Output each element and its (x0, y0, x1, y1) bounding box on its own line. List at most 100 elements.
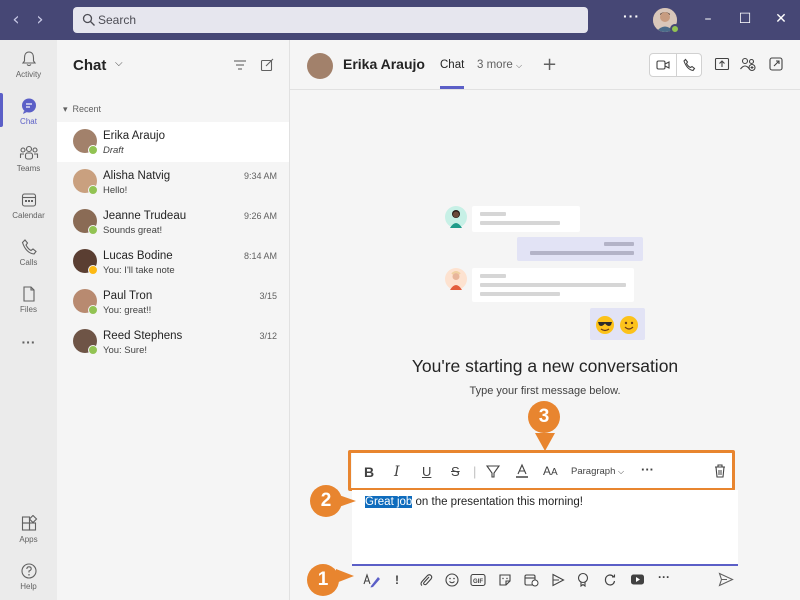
chat-row-time: 8:14 AM (243, 251, 277, 261)
bell-icon (21, 51, 36, 67)
illustration-line (480, 221, 560, 225)
rail-more-apps[interactable]: ··· (0, 334, 57, 378)
rail-item-activity[interactable]: Activity (0, 50, 57, 94)
chat-row-name: Jeanne Trudeau (103, 210, 187, 222)
tab-chat[interactable]: Chat (440, 59, 464, 71)
tab-more[interactable]: 3 more ⌵ (477, 59, 522, 71)
share-screen-icon[interactable] (714, 56, 730, 72)
tab-more-label: 3 more (477, 59, 513, 71)
minimize-icon[interactable]: – (699, 10, 717, 28)
rail-label: Activity (15, 70, 42, 79)
chat-row-name: Paul Tron (103, 290, 153, 302)
empty-state-subtitle: Type your first message below. (469, 385, 621, 397)
rail-item-help[interactable]: Help (0, 562, 57, 600)
illustration-bubble (472, 206, 580, 232)
divider (676, 54, 677, 76)
chat-row-reed[interactable]: Reed Stephens You: Sure! 3/12 (57, 322, 289, 362)
illustration-bubble (517, 237, 643, 261)
chat-row-preview: You: I'll take note (103, 265, 175, 276)
file-icon (22, 286, 35, 302)
illustration-line (480, 292, 560, 296)
rail-label: Teams (16, 164, 41, 173)
callout-badge-2: 2 (310, 485, 342, 517)
gif-icon[interactable]: GIF (470, 573, 486, 587)
chat-row-preview: Sounds great! (103, 225, 163, 236)
add-people-icon[interactable] (739, 56, 757, 72)
phone-icon (21, 239, 37, 255)
search-input[interactable]: Search (73, 7, 588, 33)
rail-item-calendar[interactable]: Calendar (0, 191, 57, 235)
rail-item-calls[interactable]: Calls (0, 238, 57, 282)
more-options-icon[interactable]: ··· (623, 8, 640, 24)
person-illustration-icon (450, 271, 462, 290)
avatar[interactable] (307, 53, 333, 79)
presence-available-icon (88, 185, 98, 195)
add-tab-icon[interactable]: + (542, 54, 557, 75)
call-button-group (649, 53, 702, 77)
maximize-icon[interactable]: ☐ (736, 10, 754, 28)
message-text: on the presentation this morning! (412, 496, 584, 508)
chat-row-paul[interactable]: Paul Tron You: great!! 3/15 (57, 282, 289, 322)
chat-row-lucas[interactable]: Lucas Bodine You: I'll take note 8:14 AM (57, 242, 289, 282)
send-icon[interactable] (718, 572, 734, 587)
compose-box[interactable]: Great job on the presentation this morni… (352, 490, 738, 566)
emoji-icon[interactable] (445, 573, 459, 587)
illustration-line (530, 251, 634, 255)
chat-row-preview: You: Sure! (103, 345, 148, 356)
chevron-down-icon: ⌵ (516, 61, 523, 70)
chat-row-alisha[interactable]: Alisha Natvig Hello! 9:34 AM (57, 162, 289, 202)
rail-item-files[interactable]: Files (0, 285, 57, 329)
video-call-icon[interactable] (656, 59, 670, 71)
compose-text[interactable]: Great job on the presentation this morni… (365, 496, 583, 508)
praise-icon[interactable] (576, 572, 590, 587)
rail-item-teams[interactable]: Teams (0, 144, 57, 188)
schedule-meeting-icon[interactable] (524, 573, 539, 587)
sticker-icon[interactable] (498, 573, 512, 587)
rail-label: Help (20, 582, 37, 591)
pop-out-icon[interactable] (768, 56, 784, 72)
chat-list-title[interactable]: Chat (73, 57, 106, 74)
new-chat-icon[interactable] (260, 58, 274, 72)
back-arrow-icon[interactable]: ‹ (6, 10, 26, 30)
chat-row-erika[interactable]: Erika Araujo Draft (57, 122, 289, 162)
presence-available-icon (88, 145, 98, 155)
loop-icon[interactable] (603, 573, 617, 587)
rail-label: Apps (19, 535, 38, 544)
important-icon[interactable]: ! (395, 573, 399, 587)
smile-emoji-icon (620, 316, 638, 334)
empty-state-title: You're starting a new conversation (411, 356, 679, 376)
close-icon[interactable]: ✕ (772, 10, 790, 28)
search-icon (82, 13, 95, 26)
rail-item-apps[interactable]: Apps (0, 515, 57, 559)
chevron-down-icon[interactable]: ⌵ (115, 58, 123, 69)
rail-item-chat[interactable]: Chat (0, 97, 57, 141)
person-illustration-icon (450, 210, 462, 228)
stream-icon[interactable] (551, 573, 565, 587)
presence-available-icon (88, 305, 98, 315)
recent-section-header[interactable]: ▾ Recent (63, 104, 101, 115)
audio-call-icon[interactable] (682, 58, 696, 72)
more-actions-icon[interactable]: ··· (658, 570, 670, 584)
chat-row-time: 9:34 AM (243, 171, 277, 181)
user-presence-icon (670, 24, 680, 34)
active-tab-indicator (440, 86, 464, 89)
illustration-line (480, 283, 626, 287)
attach-icon[interactable] (419, 573, 433, 587)
illustration-line (480, 212, 506, 216)
compose-actions-bar: ! GIF ··· (352, 568, 742, 592)
chat-row-jeanne[interactable]: Jeanne Trudeau Sounds great! 9:26 AM (57, 202, 289, 242)
help-icon (20, 563, 37, 579)
format-icon[interactable] (363, 572, 381, 588)
app-rail: Activity Chat Teams Calendar Calls Files… (0, 40, 57, 600)
forward-arrow-icon[interactable]: › (30, 10, 50, 30)
presence-available-icon (88, 345, 98, 355)
selected-text: Great job (365, 496, 413, 508)
filter-icon[interactable] (233, 58, 247, 72)
chat-row-time: 9:26 AM (243, 211, 277, 221)
callout-badge-1: 1 (307, 564, 339, 596)
youtube-icon[interactable] (630, 573, 645, 586)
rail-label: Files (20, 305, 37, 314)
contact-name: Erika Araujo (343, 56, 425, 72)
rail-label: Calls (19, 258, 38, 267)
title-bar: ‹ › Search ··· – ☐ ✕ (0, 0, 800, 40)
